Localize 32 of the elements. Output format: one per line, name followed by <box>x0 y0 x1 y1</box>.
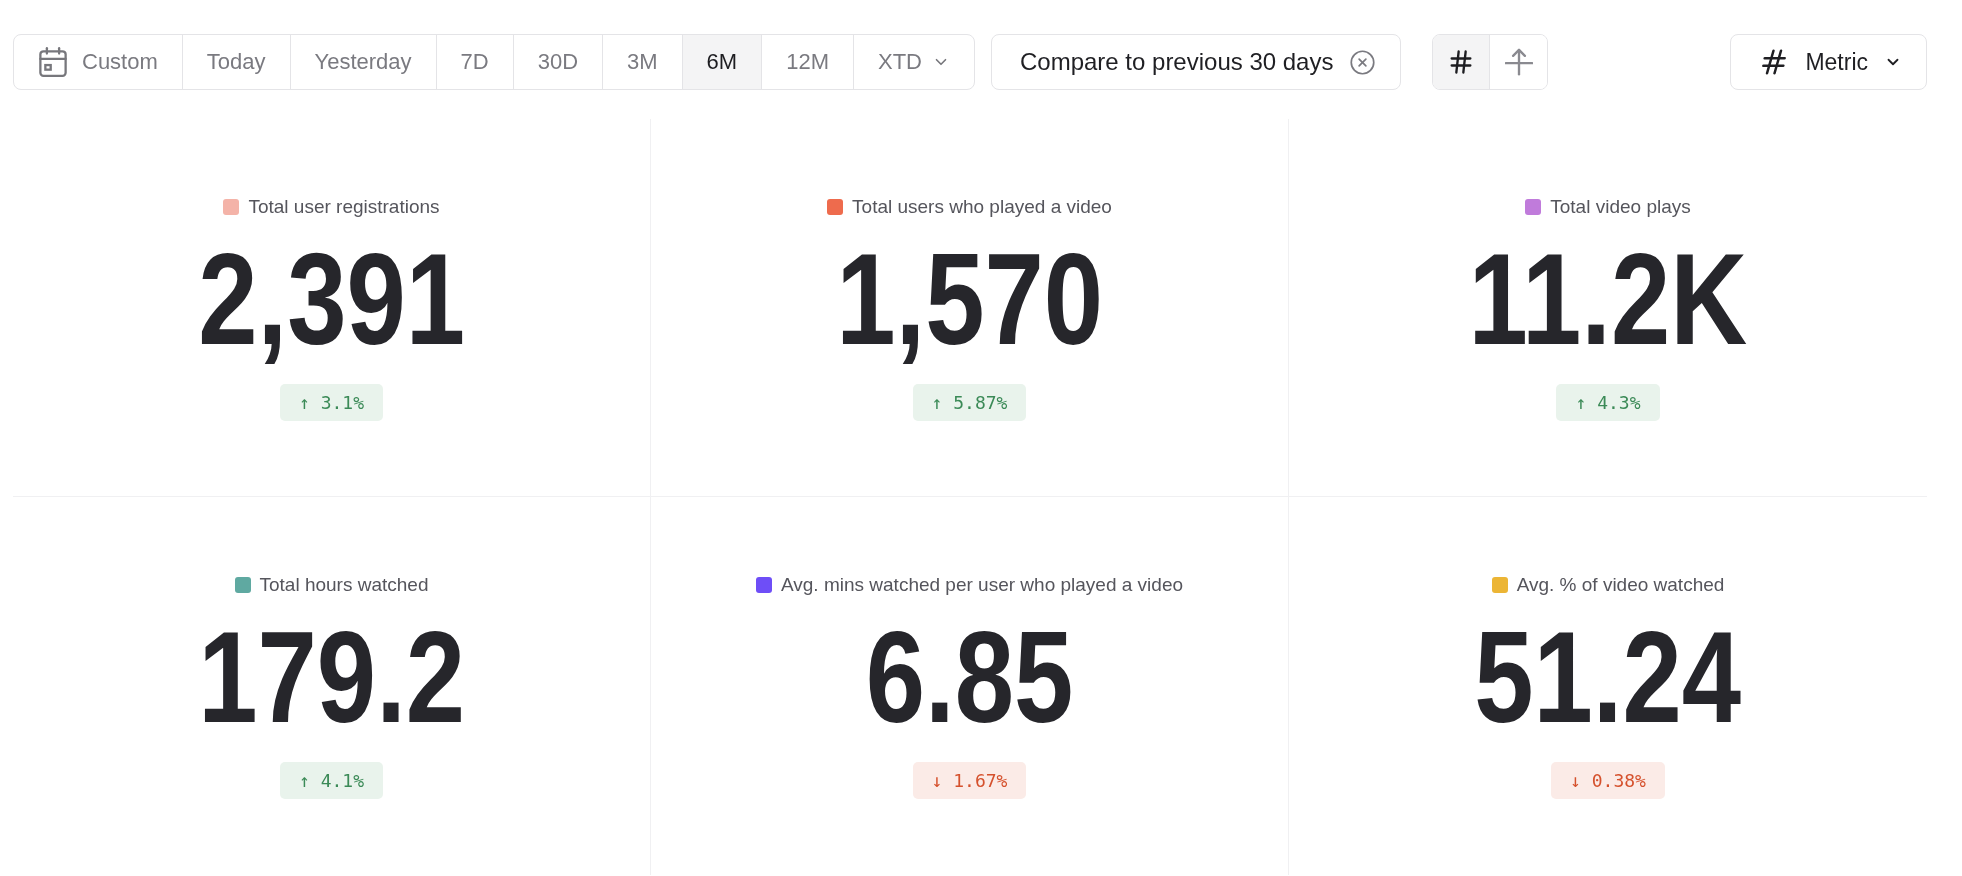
view-toggle-button[interactable] <box>1433 35 1491 89</box>
metric-label: Total users who played a video <box>852 195 1112 218</box>
metric-label: Total video plays <box>1550 195 1691 218</box>
calendar-icon <box>38 47 68 77</box>
close-icon[interactable] <box>1349 48 1377 76</box>
metric-value: 51.24 <box>1473 612 1743 742</box>
metric-value: 1,570 <box>835 233 1104 364</box>
metric-label: Total hours watched <box>259 574 429 596</box>
metric-value: 2,391 <box>197 233 466 364</box>
date-range-option[interactable]: 6M <box>682 35 763 89</box>
date-range-option[interactable]: XTD <box>853 35 974 89</box>
date-range-option[interactable]: 30D <box>513 35 604 89</box>
date-range-option[interactable]: Today <box>182 35 291 89</box>
date-range-option[interactable]: 7D <box>436 35 514 89</box>
change-badge: ↓ 0.38% <box>1551 762 1665 799</box>
compare-button[interactable]: Compare to previous 30 days <box>990 34 1402 90</box>
date-range-option[interactable]: Yesterday <box>290 35 437 89</box>
date-range-option[interactable]: 3M <box>603 35 683 89</box>
change-badge: ↑ 4.3% <box>1556 383 1660 421</box>
metric-dropdown[interactable]: Metric <box>1730 34 1927 90</box>
metric-label: Avg. mins watched per user who played a video <box>780 574 1183 596</box>
date-range-option[interactable]: Custom <box>14 35 183 89</box>
change-badge: ↓ 1.67% <box>912 762 1027 799</box>
metric-label: Total user registrations <box>248 195 440 218</box>
date-range-option[interactable]: 12M <box>762 35 854 89</box>
change-badge: ↑ 3.1% <box>280 383 383 421</box>
metric-value: 11.2K <box>1467 233 1749 364</box>
metric-value: 6.85 <box>864 612 1075 742</box>
change-badge: ↑ 4.1% <box>280 762 383 799</box>
metric-label: Avg. % of video watched <box>1516 574 1725 596</box>
metric-value: 179.2 <box>197 612 466 742</box>
change-badge: ↑ 5.87% <box>912 383 1027 421</box>
